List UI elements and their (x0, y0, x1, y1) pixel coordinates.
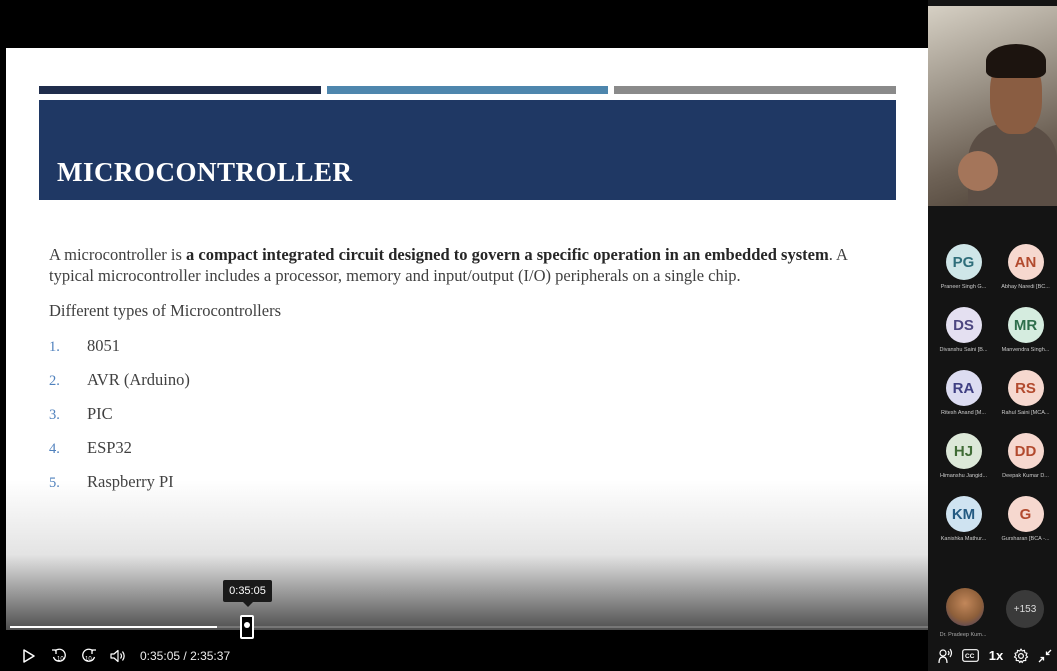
participant-grid: PG Praneer Singh G... AN Abhay Naredi [BC..… (934, 244, 1055, 559)
list-number: 1. (49, 339, 60, 355)
list-item: 3. PIC (49, 403, 869, 437)
controls-gradient (6, 480, 928, 630)
participant-tile[interactable]: KM Kanishka Mathur... (934, 496, 993, 559)
seek-bar[interactable] (10, 626, 928, 628)
participant-tile[interactable]: DS Divanshu Saini [B... (934, 307, 993, 370)
collapse-button[interactable] (1038, 649, 1052, 663)
participant-tile[interactable]: PG Praneer Singh G... (934, 244, 993, 307)
participant-avatar: RS (1007, 370, 1044, 406)
seek-tooltip: 0:35:05 (223, 580, 272, 607)
list-number: 4. (49, 441, 60, 457)
participant-tile[interactable]: HJ Himanshu Jangid... (934, 433, 993, 496)
slide-intro: A microcontroller is a compact integrate… (49, 244, 869, 286)
speaker-hair (986, 44, 1046, 78)
participant-avatar: AN (1007, 244, 1044, 280)
speaker-hand (958, 151, 998, 191)
decor-bar (326, 86, 609, 94)
slide-title-box: MICROCONTROLLER (39, 100, 896, 200)
skip-back-10-icon: 10 (52, 648, 66, 662)
audio-description-button[interactable] (937, 648, 953, 664)
participant-tile[interactable]: RA Ritesh Anand [M... (934, 370, 993, 433)
decor-bar (39, 86, 321, 94)
play-icon (22, 648, 35, 663)
participant-name: Manvendra Singh... (1001, 347, 1050, 353)
participant-name: Abhay Naredi [BC... (1001, 284, 1050, 290)
participant-name: Ritesh Anand [M... (941, 410, 986, 416)
gear-icon (1013, 647, 1028, 663)
list-item: 4. ESP32 (49, 437, 869, 471)
participant-row: RA Ritesh Anand [M... RS Rahul Saini [MCA..… (934, 370, 1055, 433)
slide-title: MICROCONTROLLER (57, 157, 353, 187)
participant-row: PG Praneer Singh G... AN Abhay Naredi [BC..… (934, 244, 1055, 307)
participant-tile[interactable]: DD Deepak Kumar D... (996, 433, 1055, 496)
participant-name: Gursharan [BCA -... (1001, 536, 1050, 542)
captions-button[interactable]: CC (962, 649, 980, 662)
participant-avatar: DD (1007, 433, 1044, 469)
more-participants-button[interactable]: +153 (1006, 590, 1044, 628)
participant-tile[interactable]: RS Rahul Saini [MCA... (996, 370, 1055, 433)
list-number: 3. (49, 407, 60, 423)
list-label: 8051 (87, 336, 120, 355)
skip-forward-10-icon: 10 (82, 648, 96, 662)
participant-name: Deepak Kumar D... (1002, 473, 1049, 479)
participant-name: Divanshu Saini [B... (939, 347, 988, 353)
presenter-name: Dr. Pradeep Kum... (939, 632, 987, 638)
slide-body: A microcontroller is a compact integrate… (49, 244, 869, 505)
time-separator: / (183, 648, 187, 663)
time-display: 0:35:05 / 2:35:37 (140, 649, 230, 663)
current-time: 0:35:05 (140, 648, 181, 663)
participant-row: DS Divanshu Saini [B... MR Manvendra Singh.… (934, 307, 1055, 370)
skip-forward-label: 10 (85, 656, 92, 662)
captions-icon: CC (962, 649, 980, 662)
list-number: 2. (49, 373, 60, 389)
volume-button[interactable] (108, 649, 128, 663)
participant-avatar: HJ (945, 433, 982, 469)
intro-bold: a compact integrated circuit designed to… (186, 245, 829, 264)
settings-button[interactable] (1013, 647, 1029, 664)
participant-avatar: KM (945, 496, 982, 532)
list-label: PIC (87, 404, 113, 423)
skip-back-label: 10 (57, 656, 64, 662)
skip-back-button[interactable]: 10 (48, 648, 70, 664)
speaker-video[interactable] (928, 6, 1057, 206)
participant-row: HJ Himanshu Jangid... DD Deepak Kumar D... (934, 433, 1055, 496)
duration: 2:35:37 (190, 648, 231, 663)
volume-icon (110, 649, 125, 662)
seek-bar-played (10, 626, 217, 628)
slide-decor-bars (39, 86, 897, 94)
list-item: 2. AVR (Arduino) (49, 369, 869, 403)
slide: MICROCONTROLLER A microcontroller is a c… (6, 48, 928, 630)
list-label: ESP32 (87, 438, 132, 457)
play-button[interactable] (18, 648, 38, 663)
playback-speed-button[interactable]: 1x (989, 648, 1003, 663)
captions-label: CC (965, 653, 975, 660)
participant-tile[interactable]: AN Abhay Naredi [BC... (996, 244, 1055, 307)
audio-description-icon (938, 648, 952, 663)
participant-tile[interactable]: MR Manvendra Singh... (996, 307, 1055, 370)
participant-name: Rahul Saini [MCA... (1001, 410, 1050, 416)
intro-prefix: A microcontroller is (49, 245, 187, 264)
participant-avatar: G (1007, 496, 1044, 532)
seek-handle[interactable] (240, 615, 254, 639)
participant-name: Praneer Singh G... (940, 284, 987, 290)
participant-avatar: DS (945, 307, 982, 343)
types-heading: Different types of Microcontrollers (49, 301, 281, 320)
player-controls: 10 10 0:35:05 / 2:35:37 (0, 640, 1057, 671)
participant-row: KM Kanishka Mathur... G Gursharan [BCA -... (934, 496, 1055, 559)
list-item: 1. 8051 (49, 335, 869, 369)
player-right-controls: CC 1x (932, 640, 1057, 671)
participant-name: Kanishka Mathur... (940, 536, 987, 542)
decor-bar (614, 86, 897, 94)
presenter-avatar[interactable] (946, 588, 984, 626)
participant-avatar: PG (945, 244, 982, 280)
participant-tile[interactable]: G Gursharan [BCA -... (996, 496, 1055, 559)
participant-name: Himanshu Jangid... (939, 473, 988, 479)
participant-avatar: RA (945, 370, 982, 406)
video-player: MICROCONTROLLER A microcontroller is a c… (0, 0, 1057, 671)
collapse-icon (1038, 649, 1052, 662)
list-label: AVR (Arduino) (87, 370, 190, 389)
skip-forward-button[interactable]: 10 (78, 648, 100, 664)
participant-avatar: MR (1007, 307, 1044, 343)
